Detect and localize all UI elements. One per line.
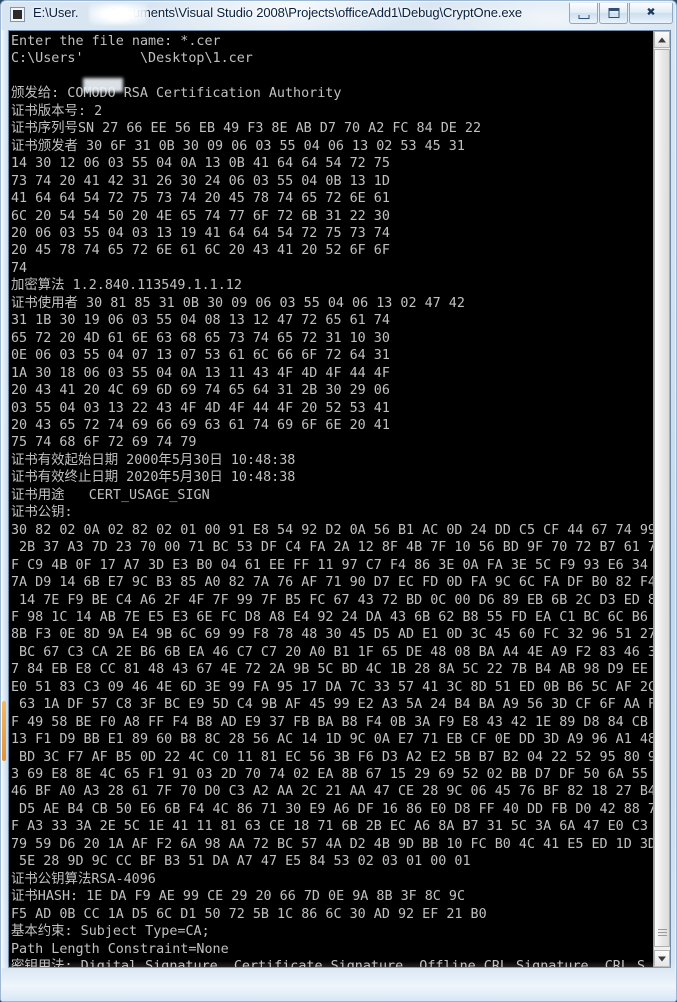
caption-button-group: ✖ <box>568 3 673 24</box>
close-icon: ✖ <box>646 6 656 19</box>
vertical-scrollbar[interactable] <box>653 31 670 967</box>
chevron-up-icon <box>658 37 666 42</box>
scroll-up-button[interactable] <box>654 31 670 48</box>
chevron-down-icon <box>658 956 666 961</box>
window-left-edge <box>1 30 8 968</box>
scrollbar-thumb[interactable] <box>654 49 670 947</box>
console-app-icon-inner <box>13 10 22 19</box>
minimize-button[interactable] <box>569 3 598 24</box>
console-app-icon[interactable] <box>10 7 25 22</box>
scrollbar-grip-icon <box>658 929 667 936</box>
console-window: E:\User. ,Documents\Visual Studio 2008\P… <box>0 0 677 1002</box>
console-client-area[interactable]: Enter the file name: *.cer C:\Users' \De… <box>8 30 671 968</box>
window-edge-accent <box>2 701 6 761</box>
path-redaction-overlay <box>83 78 123 92</box>
scroll-down-button[interactable] <box>654 950 670 967</box>
maximize-button[interactable] <box>599 3 628 24</box>
title-bar[interactable]: E:\User. ,Documents\Visual Studio 2008\P… <box>1 1 676 28</box>
minimize-icon <box>578 15 589 19</box>
maximize-icon <box>608 8 619 18</box>
window-bottom-edge <box>1 967 676 1001</box>
close-button[interactable]: ✖ <box>629 3 673 24</box>
title-redaction-overlay <box>89 3 147 25</box>
console-output-text: Enter the file name: *.cer C:\Users' \De… <box>9 31 670 967</box>
